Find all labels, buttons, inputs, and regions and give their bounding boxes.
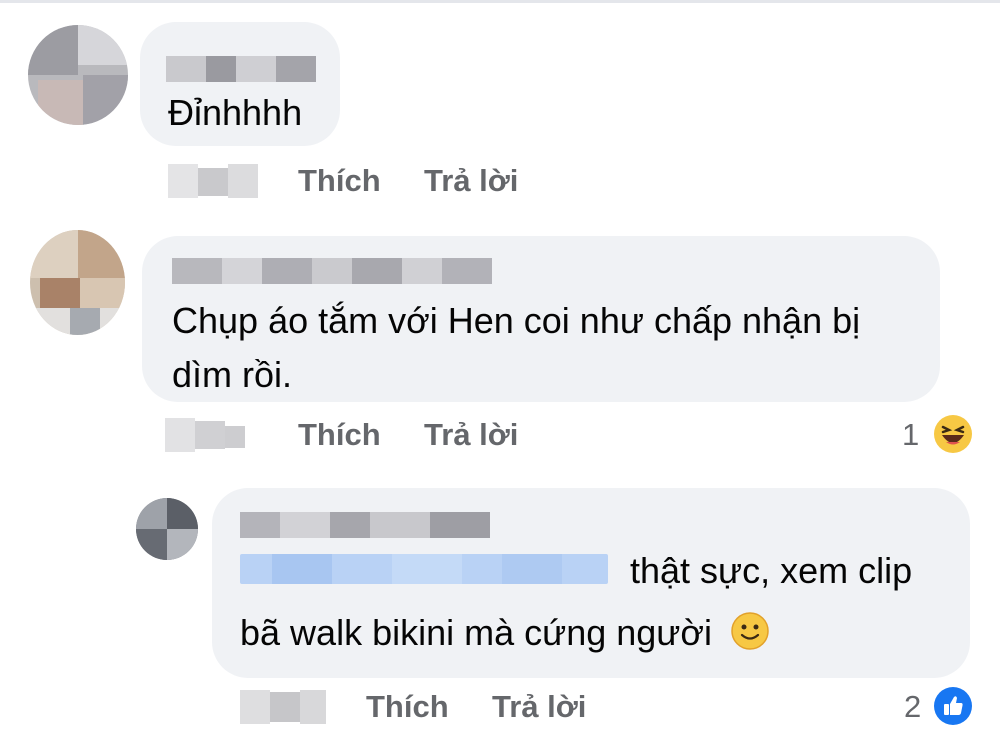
top-divider [0,0,1000,3]
comment-text: Đỉnhhhh [168,92,303,133]
smile-emoji-icon [730,611,770,651]
reply-text-line1: thật sực, xem clip [630,550,913,591]
like-action[interactable]: Thích [298,163,381,199]
reply-action[interactable]: Trả lời [492,689,586,725]
reply-action[interactable]: Trả lời [424,417,518,453]
timestamp-blurred[interactable] [168,164,258,198]
comment-text: Chụp áo tắm với Hen coi như chấp nhận bị… [172,300,861,395]
avatar[interactable] [28,25,128,125]
reply-action[interactable]: Trả lời [424,163,518,199]
reply-text: bã walk bikini mà cứng người [240,612,713,653]
commenter-name-blurred[interactable] [172,258,492,284]
commenter-name-blurred[interactable] [240,512,490,538]
avatar[interactable] [136,498,198,560]
timestamp-blurred[interactable] [240,690,326,724]
comment-bubble: Chụp áo tắm với Hen coi như chấp nhận bị… [142,236,940,402]
like-action[interactable]: Thích [298,417,381,453]
reply-bubble: thật sực, xem clip bã walk bikini mà cứn… [212,488,970,678]
avatar[interactable] [30,230,125,335]
commenter-name-blurred[interactable] [166,56,316,82]
reply-text-line2: bã walk bikini mà cứng người [240,606,770,660]
haha-emoji-icon [934,415,972,453]
like-action[interactable]: Thích [366,689,449,725]
reaction-count: 1 [902,417,920,452]
comment-bubble: Đỉnhhhh [140,22,340,146]
timestamp-blurred[interactable] [165,418,245,452]
like-thumb-icon [934,687,972,725]
reaction-count: 2 [904,689,922,724]
